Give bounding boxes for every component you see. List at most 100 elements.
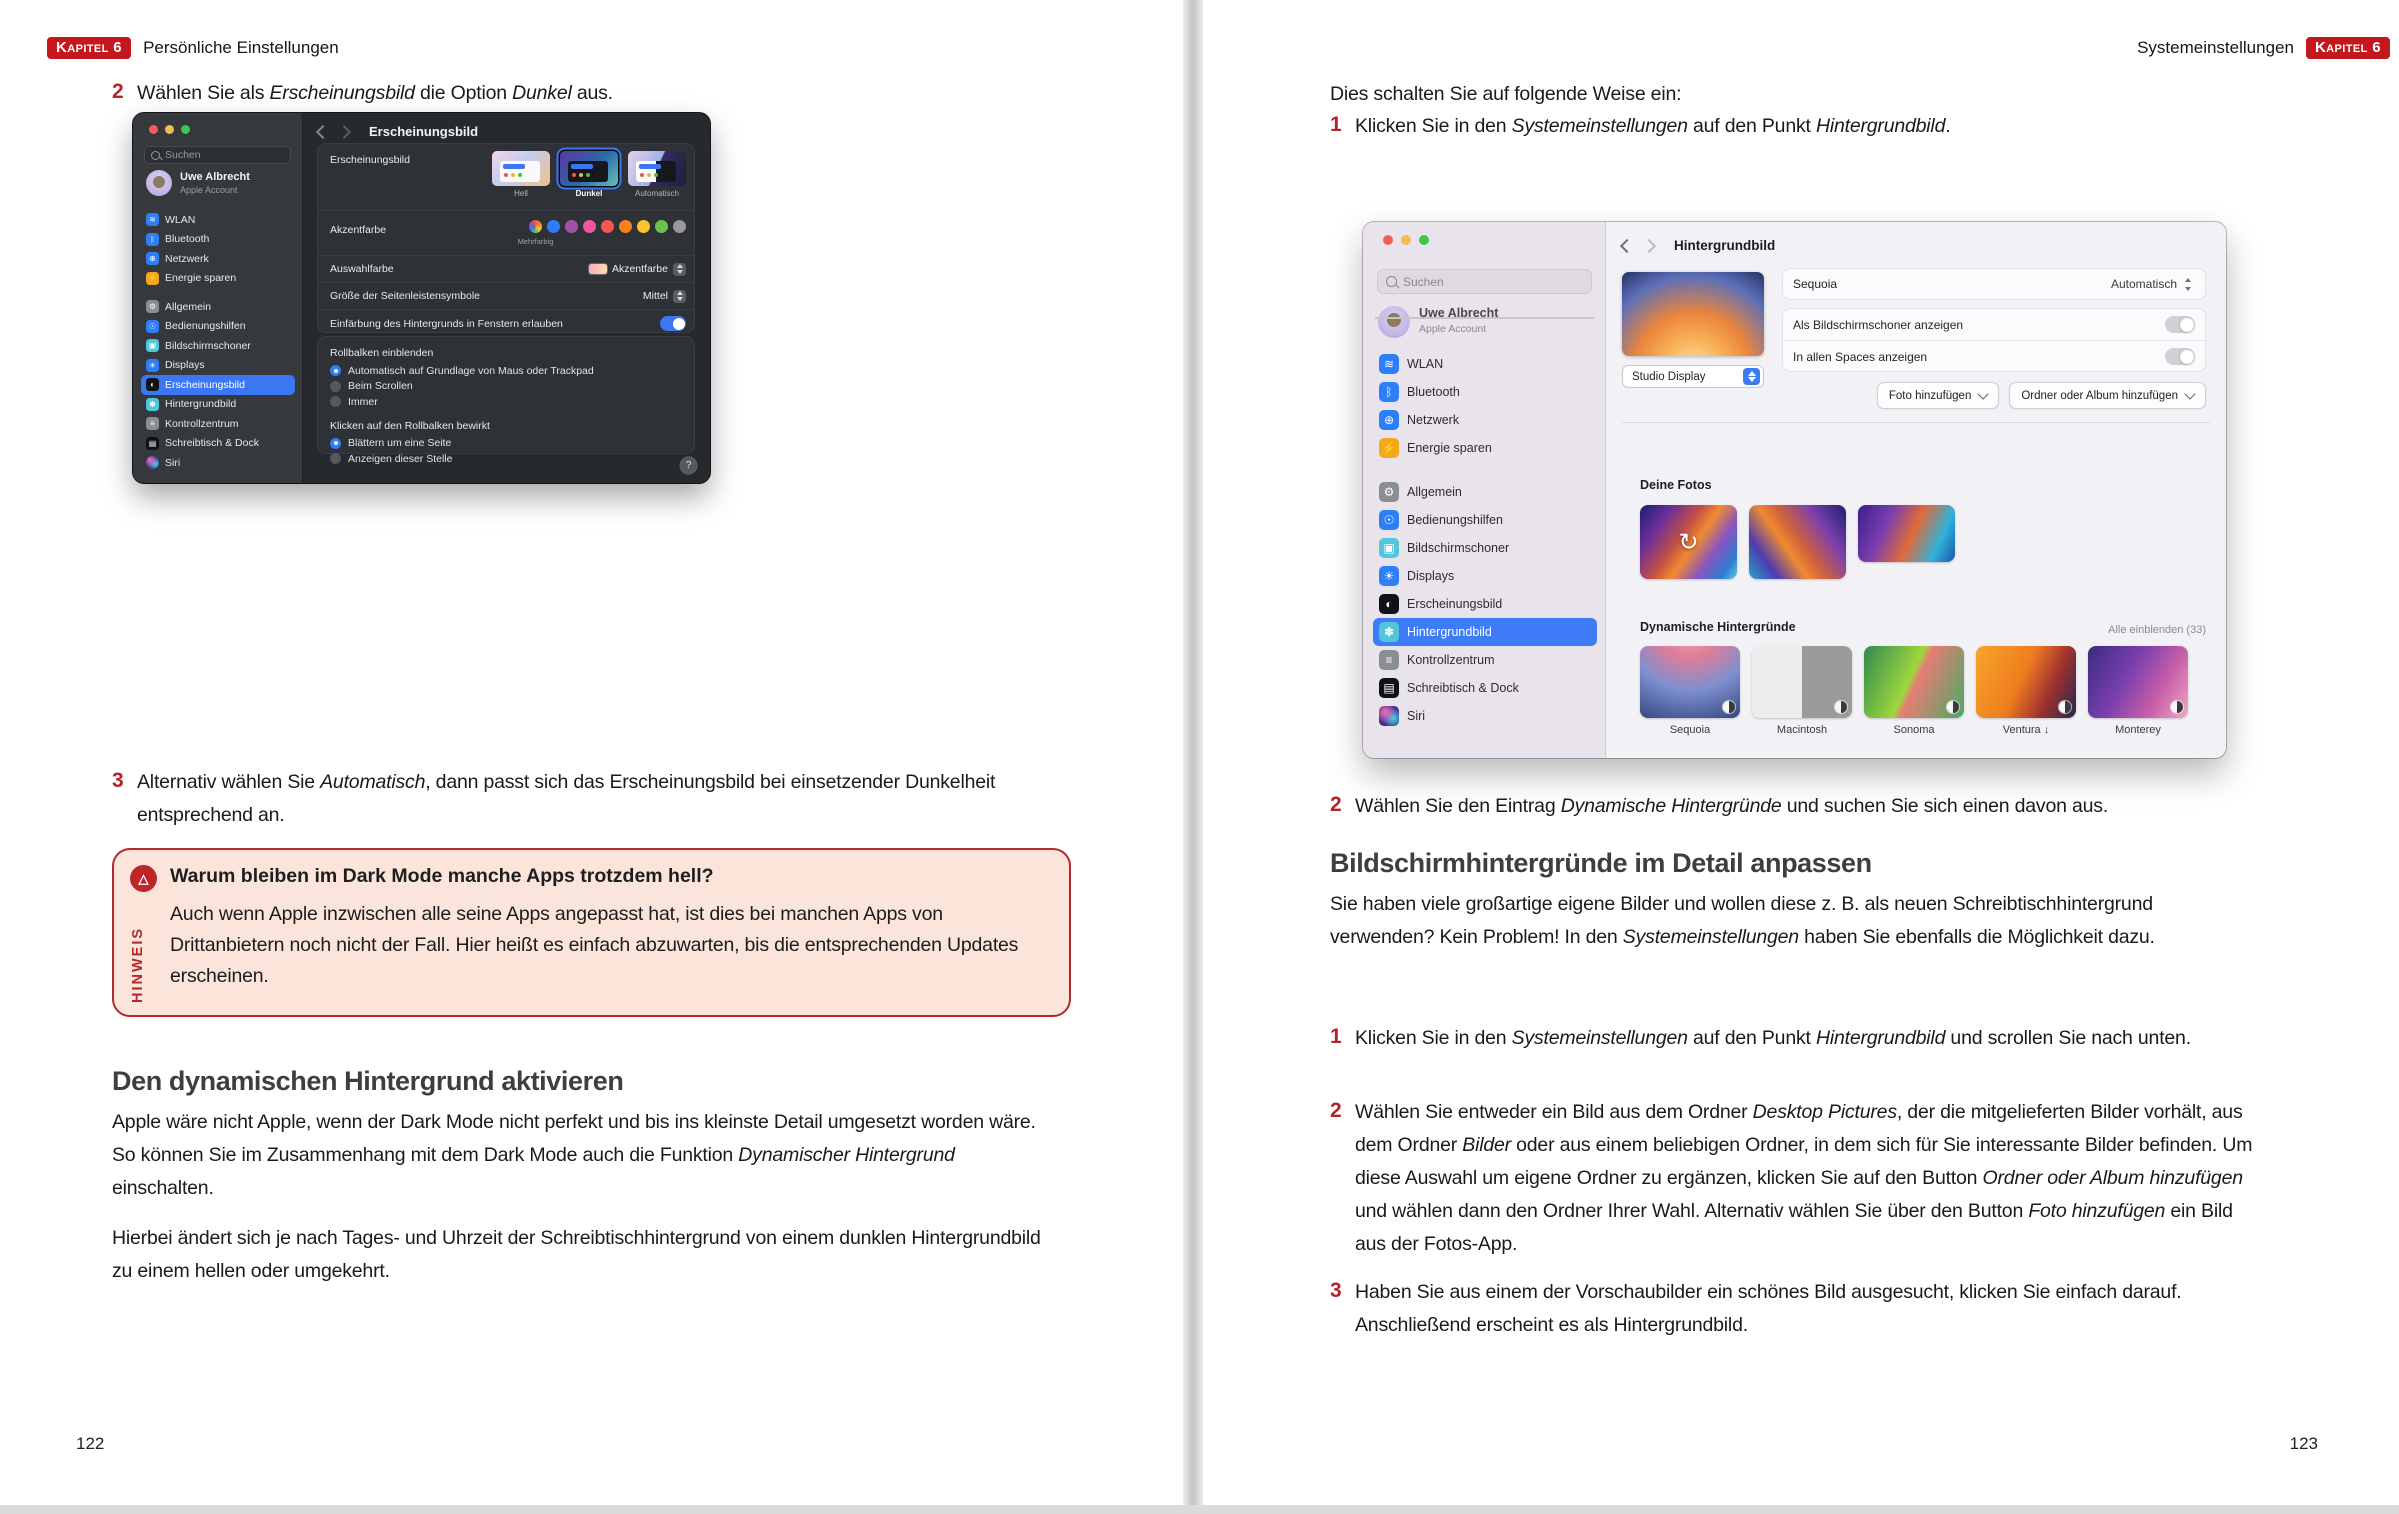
sidebar-item-bedienungshilfen[interactable]: ☉Bedienungshilfen [141, 317, 295, 337]
hint-label: HINWEIS [130, 898, 146, 1003]
radio-option[interactable]: Anzeigen dieser Stelle [330, 451, 682, 467]
sidebar-item-bildschirmschoner[interactable]: ▣Bildschirmschoner [1373, 534, 1597, 562]
wallpaper-thumbnail[interactable] [1976, 646, 2076, 718]
icon-size-dropdown[interactable]: Mittel [643, 290, 686, 303]
dynamic-wallpaper-monterey[interactable]: Monterey [2088, 646, 2188, 736]
sidebar-item-siri[interactable]: Siri [1373, 702, 1597, 730]
radio-selected-icon[interactable] [330, 365, 341, 376]
accent-yellow-swatch[interactable] [637, 220, 650, 233]
appearance-option-dunkel[interactable]: Dunkel [560, 151, 618, 198]
wallpaper-mode-dropdown[interactable]: Automatisch [2111, 277, 2195, 292]
photo-thumbnail[interactable]: ↻ [1640, 505, 1737, 579]
accent-label: Akzentfarbe [330, 224, 386, 236]
close-icon[interactable] [1383, 235, 1393, 245]
wallpaper-thumbnail[interactable] [1640, 646, 1740, 718]
radio-icon[interactable] [330, 396, 341, 407]
back-icon[interactable] [316, 124, 330, 138]
accent-green-swatch[interactable] [655, 220, 668, 233]
accent-color-swatches: Mehrfarbig [529, 220, 686, 233]
display-selector[interactable]: Studio Display [1622, 365, 1764, 388]
minimize-icon[interactable] [1401, 235, 1411, 245]
zoom-icon[interactable] [1419, 235, 1429, 245]
dynamic-wallpaper-sequoia[interactable]: Sequoia [1640, 646, 1740, 736]
sidebar-item-label: Erscheinungsbild [165, 379, 245, 391]
stepper-icon[interactable] [1743, 368, 1760, 385]
sidebar-item-wlan[interactable]: ≋WLAN [141, 210, 295, 230]
close-icon[interactable] [149, 125, 158, 134]
radio-selected-icon[interactable] [330, 438, 341, 449]
sidebar-item-erscheinungsbild[interactable]: ◐Erscheinungsbild [1373, 590, 1597, 618]
wallpaper-thumbnail[interactable] [2088, 646, 2188, 718]
sidebar-item-siri[interactable]: Siri [141, 453, 295, 473]
photo-thumbnail[interactable] [1858, 505, 1955, 562]
stepper-icon[interactable] [673, 263, 686, 276]
radio-icon[interactable] [330, 381, 341, 392]
sidebar-item-wlan[interactable]: ≋WLAN [1373, 350, 1597, 378]
accent-color-row: Akzentfarbe Mehrfarbig [318, 211, 694, 256]
forward-icon[interactable] [1642, 238, 1656, 252]
radio-option[interactable]: Blättern um eine Seite [330, 436, 682, 452]
sidebar-item-kontrollzentrum[interactable]: ≡Kontrollzentrum [141, 414, 295, 434]
dynamic-wallpaper-ventura[interactable]: Ventura ↓ [1976, 646, 2076, 736]
appearance-option-automatisch[interactable]: Automatisch [628, 151, 686, 198]
sidebar-item-hintergrundbild[interactable]: ✽Hintergrundbild [141, 395, 295, 415]
dunkel-thumbnail[interactable] [560, 151, 618, 186]
sidebar-item-netzwerk[interactable]: ⊕Netzwerk [1373, 406, 1597, 434]
stepper-icon[interactable] [2183, 277, 2195, 292]
zoom-icon[interactable] [181, 125, 190, 134]
back-icon[interactable] [1620, 238, 1634, 252]
radio-option[interactable]: Automatisch auf Grundlage von Maus oder … [330, 363, 682, 379]
sidebar-item-allgemein[interactable]: ⚙Allgemein [1373, 478, 1597, 506]
sidebar-item-energie[interactable]: ⚡Energie sparen [141, 269, 295, 289]
radio-option[interactable]: Beim Scrollen [330, 379, 682, 395]
avatar[interactable] [146, 170, 172, 196]
sidebar-item-bluetooth[interactable]: ᛒBluetooth [1373, 378, 1597, 406]
forward-icon[interactable] [337, 124, 351, 138]
selection-dropdown[interactable]: Akzentfarbe [589, 263, 686, 276]
sidebar-item-schreibtisch-dock[interactable]: ▤Schreibtisch & Dock [141, 434, 295, 454]
hell-thumbnail[interactable] [492, 151, 550, 186]
sidebar-item-bildschirmschoner[interactable]: ▣Bildschirmschoner [141, 336, 295, 356]
sidebar-item-hintergrundbild[interactable]: ✽Hintergrundbild [1373, 618, 1597, 646]
accent-orange-swatch[interactable] [619, 220, 632, 233]
accent-purple-swatch[interactable] [565, 220, 578, 233]
sidebar-item-erscheinungsbild[interactable]: ◐Erscheinungsbild [141, 375, 295, 395]
tint-toggle-on[interactable] [660, 316, 686, 331]
search-input[interactable]: Suchen [144, 146, 291, 164]
screensaver-toggle-off[interactable] [2165, 316, 2195, 333]
sidebar-item-displays[interactable]: ☀Displays [141, 356, 295, 376]
sidebar-item-netzwerk[interactable]: ⊕Netzwerk [141, 249, 295, 269]
sidebar-item-energie[interactable]: ⚡Energie sparen [1373, 434, 1597, 462]
accent-multicolor-swatch[interactable] [529, 220, 542, 233]
page-number-left: 122 [76, 1434, 104, 1454]
sidebar-item-bedienungshilfen[interactable]: ☉Bedienungshilfen [1373, 506, 1597, 534]
help-button[interactable]: ? [680, 457, 697, 474]
sidebar-item-schreibtisch-dock[interactable]: ▤Schreibtisch & Dock [1373, 674, 1597, 702]
add-photo-button[interactable]: Foto hinzufügen [1877, 382, 1999, 409]
sidebar-item-kontrollzentrum[interactable]: ≡Kontrollzentrum [1373, 646, 1597, 674]
dynamic-wallpaper-macintosh[interactable]: Macintosh [1752, 646, 1852, 736]
minimize-icon[interactable] [165, 125, 174, 134]
automatisch-thumbnail[interactable] [628, 151, 686, 186]
spaces-toggle-off[interactable] [2165, 348, 2195, 365]
add-folder-album-button[interactable]: Ordner oder Album hinzufügen [2009, 382, 2206, 409]
avatar[interactable] [1378, 306, 1410, 338]
wallpaper-thumbnail[interactable] [1864, 646, 1964, 718]
accent-pink-swatch[interactable] [583, 220, 596, 233]
sidebar-item-bluetooth[interactable]: ᛒBluetooth [141, 230, 295, 250]
sidebar-item-displays[interactable]: ☀Displays [1373, 562, 1597, 590]
accent-red-swatch[interactable] [601, 220, 614, 233]
sidebar-item-allgemein[interactable]: ⚙Allgemein [141, 297, 295, 317]
wallpaper-thumbnail[interactable] [1752, 646, 1852, 718]
photo-thumbnail[interactable] [1749, 505, 1846, 579]
show-all-link[interactable]: Alle einblenden (33) [2108, 624, 2206, 636]
dynamic-wallpaper-sonoma[interactable]: Sonoma [1864, 646, 1964, 736]
page-number-right: 123 [2290, 1434, 2318, 1454]
accent-blue-swatch[interactable] [547, 220, 560, 233]
search-input[interactable]: Suchen [1377, 269, 1592, 294]
radio-icon[interactable] [330, 453, 341, 464]
radio-option[interactable]: Immer [330, 394, 682, 410]
accent-gray-swatch[interactable] [673, 220, 686, 233]
appearance-option-hell[interactable]: Hell [492, 151, 550, 198]
stepper-icon[interactable] [673, 290, 686, 303]
